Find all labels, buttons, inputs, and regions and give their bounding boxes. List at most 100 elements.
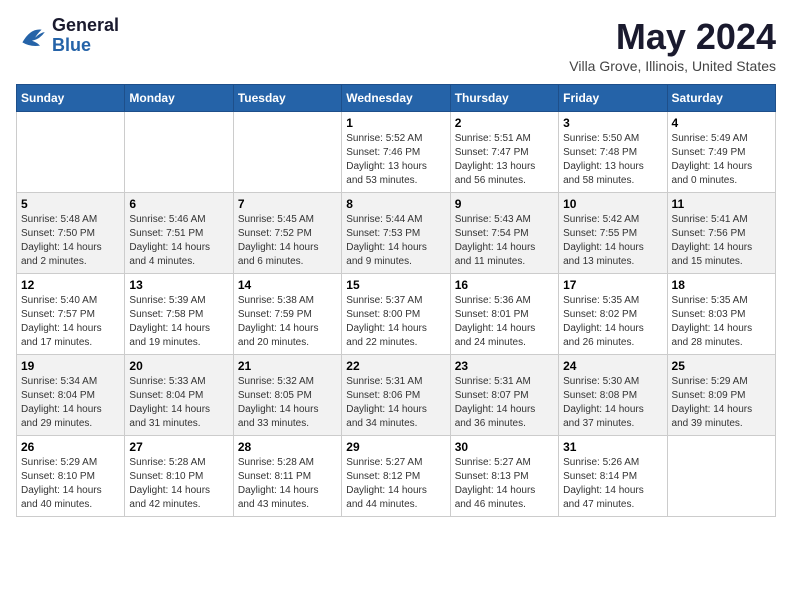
day-info: Sunrise: 5:35 AM Sunset: 8:03 PM Dayligh… — [672, 294, 771, 350]
calendar-day-cell: 21 Sunrise: 5:32 AM Sunset: 8:05 PM Dayli… — [233, 355, 341, 436]
day-info: Sunrise: 5:40 AM Sunset: 7:57 PM Dayligh… — [21, 294, 120, 350]
day-number: 27 — [129, 440, 228, 454]
calendar-day-cell: 27 Sunrise: 5:28 AM Sunset: 8:10 PM Dayli… — [125, 436, 233, 517]
day-info: Sunrise: 5:32 AM Sunset: 8:05 PM Dayligh… — [238, 375, 337, 431]
calendar-week-row: 12Sunrise: 5:40 AM Sunset: 7:57 PM Dayli… — [17, 274, 776, 355]
day-number: 17 — [563, 278, 662, 292]
logo-blue-text: Blue — [52, 36, 119, 56]
day-number: 25 — [672, 359, 771, 373]
calendar-day-cell — [125, 112, 233, 193]
day-info: Sunrise: 5:29 AM Sunset: 8:09 PM Dayligh… — [672, 375, 771, 431]
day-number: 14 — [238, 278, 337, 292]
location-subtitle: Villa Grove, Illinois, United States — [569, 58, 776, 74]
day-info: Sunrise: 5:42 AM Sunset: 7:55 PM Dayligh… — [563, 213, 662, 269]
day-number: 8 — [346, 197, 445, 211]
day-info: Sunrise: 5:31 AM Sunset: 8:06 PM Dayligh… — [346, 375, 445, 431]
calendar-day-cell: 30Sunrise: 5:27 AM Sunset: 8:13 PM Dayli… — [450, 436, 558, 517]
day-number: 1 — [346, 116, 445, 130]
day-number: 16 — [455, 278, 554, 292]
day-number: 2 — [455, 116, 554, 130]
calendar-day-cell: 14 Sunrise: 5:38 AM Sunset: 7:59 PM Dayli… — [233, 274, 341, 355]
day-info: Sunrise: 5:27 AM Sunset: 8:12 PM Dayligh… — [346, 456, 445, 512]
calendar-day-cell: 9 Sunrise: 5:43 AM Sunset: 7:54 PM Daylig… — [450, 193, 558, 274]
day-number: 18 — [672, 278, 771, 292]
month-title: May 2024 — [569, 16, 776, 58]
day-info: Sunrise: 5:41 AM Sunset: 7:56 PM Dayligh… — [672, 213, 771, 269]
calendar-day-cell: 28 Sunrise: 5:28 AM Sunset: 8:11 PM Dayli… — [233, 436, 341, 517]
day-info: Sunrise: 5:38 AM Sunset: 7:59 PM Dayligh… — [238, 294, 337, 350]
page-header: General Blue May 2024 Villa Grove, Illin… — [16, 16, 776, 74]
day-number: 20 — [129, 359, 228, 373]
day-number: 29 — [346, 440, 445, 454]
calendar-day-cell: 5 Sunrise: 5:48 AM Sunset: 7:50 PM Daylig… — [17, 193, 125, 274]
title-block: May 2024 Villa Grove, Illinois, United S… — [569, 16, 776, 74]
day-number: 7 — [238, 197, 337, 211]
calendar-day-cell — [233, 112, 341, 193]
day-number: 19 — [21, 359, 120, 373]
day-info: Sunrise: 5:36 AM Sunset: 8:01 PM Dayligh… — [455, 294, 554, 350]
day-info: Sunrise: 5:46 AM Sunset: 7:51 PM Dayligh… — [129, 213, 228, 269]
calendar-day-cell: 18 Sunrise: 5:35 AM Sunset: 8:03 PM Dayli… — [667, 274, 775, 355]
day-info: Sunrise: 5:37 AM Sunset: 8:00 PM Dayligh… — [346, 294, 445, 350]
day-of-week-header: Monday — [125, 85, 233, 112]
calendar-day-cell: 6 Sunrise: 5:46 AM Sunset: 7:51 PM Daylig… — [125, 193, 233, 274]
calendar-day-cell: 15 Sunrise: 5:37 AM Sunset: 8:00 PM Dayli… — [342, 274, 450, 355]
calendar-day-cell — [17, 112, 125, 193]
day-info: Sunrise: 5:52 AM Sunset: 7:46 PM Dayligh… — [346, 132, 445, 188]
day-number: 3 — [563, 116, 662, 130]
day-info: Sunrise: 5:48 AM Sunset: 7:50 PM Dayligh… — [21, 213, 120, 269]
day-of-week-header: Wednesday — [342, 85, 450, 112]
day-info: Sunrise: 5:28 AM Sunset: 8:11 PM Dayligh… — [238, 456, 337, 512]
calendar-day-cell: 26Sunrise: 5:29 AM Sunset: 8:10 PM Dayli… — [17, 436, 125, 517]
day-of-week-header: Sunday — [17, 85, 125, 112]
day-info: Sunrise: 5:28 AM Sunset: 8:10 PM Dayligh… — [129, 456, 228, 512]
day-info: Sunrise: 5:35 AM Sunset: 8:02 PM Dayligh… — [563, 294, 662, 350]
day-info: Sunrise: 5:31 AM Sunset: 8:07 PM Dayligh… — [455, 375, 554, 431]
day-info: Sunrise: 5:50 AM Sunset: 7:48 PM Dayligh… — [563, 132, 662, 188]
calendar-day-cell: 8 Sunrise: 5:44 AM Sunset: 7:53 PM Daylig… — [342, 193, 450, 274]
calendar-day-cell: 13Sunrise: 5:39 AM Sunset: 7:58 PM Dayli… — [125, 274, 233, 355]
day-info: Sunrise: 5:51 AM Sunset: 7:47 PM Dayligh… — [455, 132, 554, 188]
logo: General Blue — [16, 16, 119, 56]
day-info: Sunrise: 5:39 AM Sunset: 7:58 PM Dayligh… — [129, 294, 228, 350]
day-info: Sunrise: 5:45 AM Sunset: 7:52 PM Dayligh… — [238, 213, 337, 269]
calendar-day-cell: 16 Sunrise: 5:36 AM Sunset: 8:01 PM Dayli… — [450, 274, 558, 355]
calendar-day-cell: 7 Sunrise: 5:45 AM Sunset: 7:52 PM Daylig… — [233, 193, 341, 274]
day-number: 6 — [129, 197, 228, 211]
day-info: Sunrise: 5:34 AM Sunset: 8:04 PM Dayligh… — [21, 375, 120, 431]
day-info: Sunrise: 5:44 AM Sunset: 7:53 PM Dayligh… — [346, 213, 445, 269]
day-of-week-header: Friday — [559, 85, 667, 112]
day-info: Sunrise: 5:27 AM Sunset: 8:13 PM Dayligh… — [455, 456, 554, 512]
day-number: 10 — [563, 197, 662, 211]
day-number: 31 — [563, 440, 662, 454]
calendar-day-cell: 19 Sunrise: 5:34 AM Sunset: 8:04 PM Dayli… — [17, 355, 125, 436]
calendar-week-row: 19 Sunrise: 5:34 AM Sunset: 8:04 PM Dayli… — [17, 355, 776, 436]
day-number: 24 — [563, 359, 662, 373]
day-info: Sunrise: 5:49 AM Sunset: 7:49 PM Dayligh… — [672, 132, 771, 188]
day-number: 15 — [346, 278, 445, 292]
calendar-day-cell: 1 Sunrise: 5:52 AM Sunset: 7:46 PM Daylig… — [342, 112, 450, 193]
day-info: Sunrise: 5:30 AM Sunset: 8:08 PM Dayligh… — [563, 375, 662, 431]
calendar-week-row: 26Sunrise: 5:29 AM Sunset: 8:10 PM Dayli… — [17, 436, 776, 517]
calendar-day-cell: 4 Sunrise: 5:49 AM Sunset: 7:49 PM Daylig… — [667, 112, 775, 193]
day-number: 4 — [672, 116, 771, 130]
day-number: 23 — [455, 359, 554, 373]
day-number: 9 — [455, 197, 554, 211]
calendar-day-cell: 12Sunrise: 5:40 AM Sunset: 7:57 PM Dayli… — [17, 274, 125, 355]
calendar-day-cell: 20 Sunrise: 5:33 AM Sunset: 8:04 PM Dayli… — [125, 355, 233, 436]
calendar-day-cell: 3 Sunrise: 5:50 AM Sunset: 7:48 PM Daylig… — [559, 112, 667, 193]
day-number: 5 — [21, 197, 120, 211]
logo-general-text: General — [52, 16, 119, 36]
day-info: Sunrise: 5:43 AM Sunset: 7:54 PM Dayligh… — [455, 213, 554, 269]
day-number: 21 — [238, 359, 337, 373]
calendar-day-cell: 10 Sunrise: 5:42 AM Sunset: 7:55 PM Dayli… — [559, 193, 667, 274]
day-info: Sunrise: 5:33 AM Sunset: 8:04 PM Dayligh… — [129, 375, 228, 431]
day-of-week-header: Thursday — [450, 85, 558, 112]
day-info: Sunrise: 5:29 AM Sunset: 8:10 PM Dayligh… — [21, 456, 120, 512]
day-number: 28 — [238, 440, 337, 454]
calendar-week-row: 5 Sunrise: 5:48 AM Sunset: 7:50 PM Daylig… — [17, 193, 776, 274]
calendar-day-cell: 2 Sunrise: 5:51 AM Sunset: 7:47 PM Daylig… — [450, 112, 558, 193]
day-of-week-header: Tuesday — [233, 85, 341, 112]
calendar-table: SundayMondayTuesdayWednesdayThursdayFrid… — [16, 84, 776, 517]
calendar-day-cell: 17 Sunrise: 5:35 AM Sunset: 8:02 PM Dayli… — [559, 274, 667, 355]
